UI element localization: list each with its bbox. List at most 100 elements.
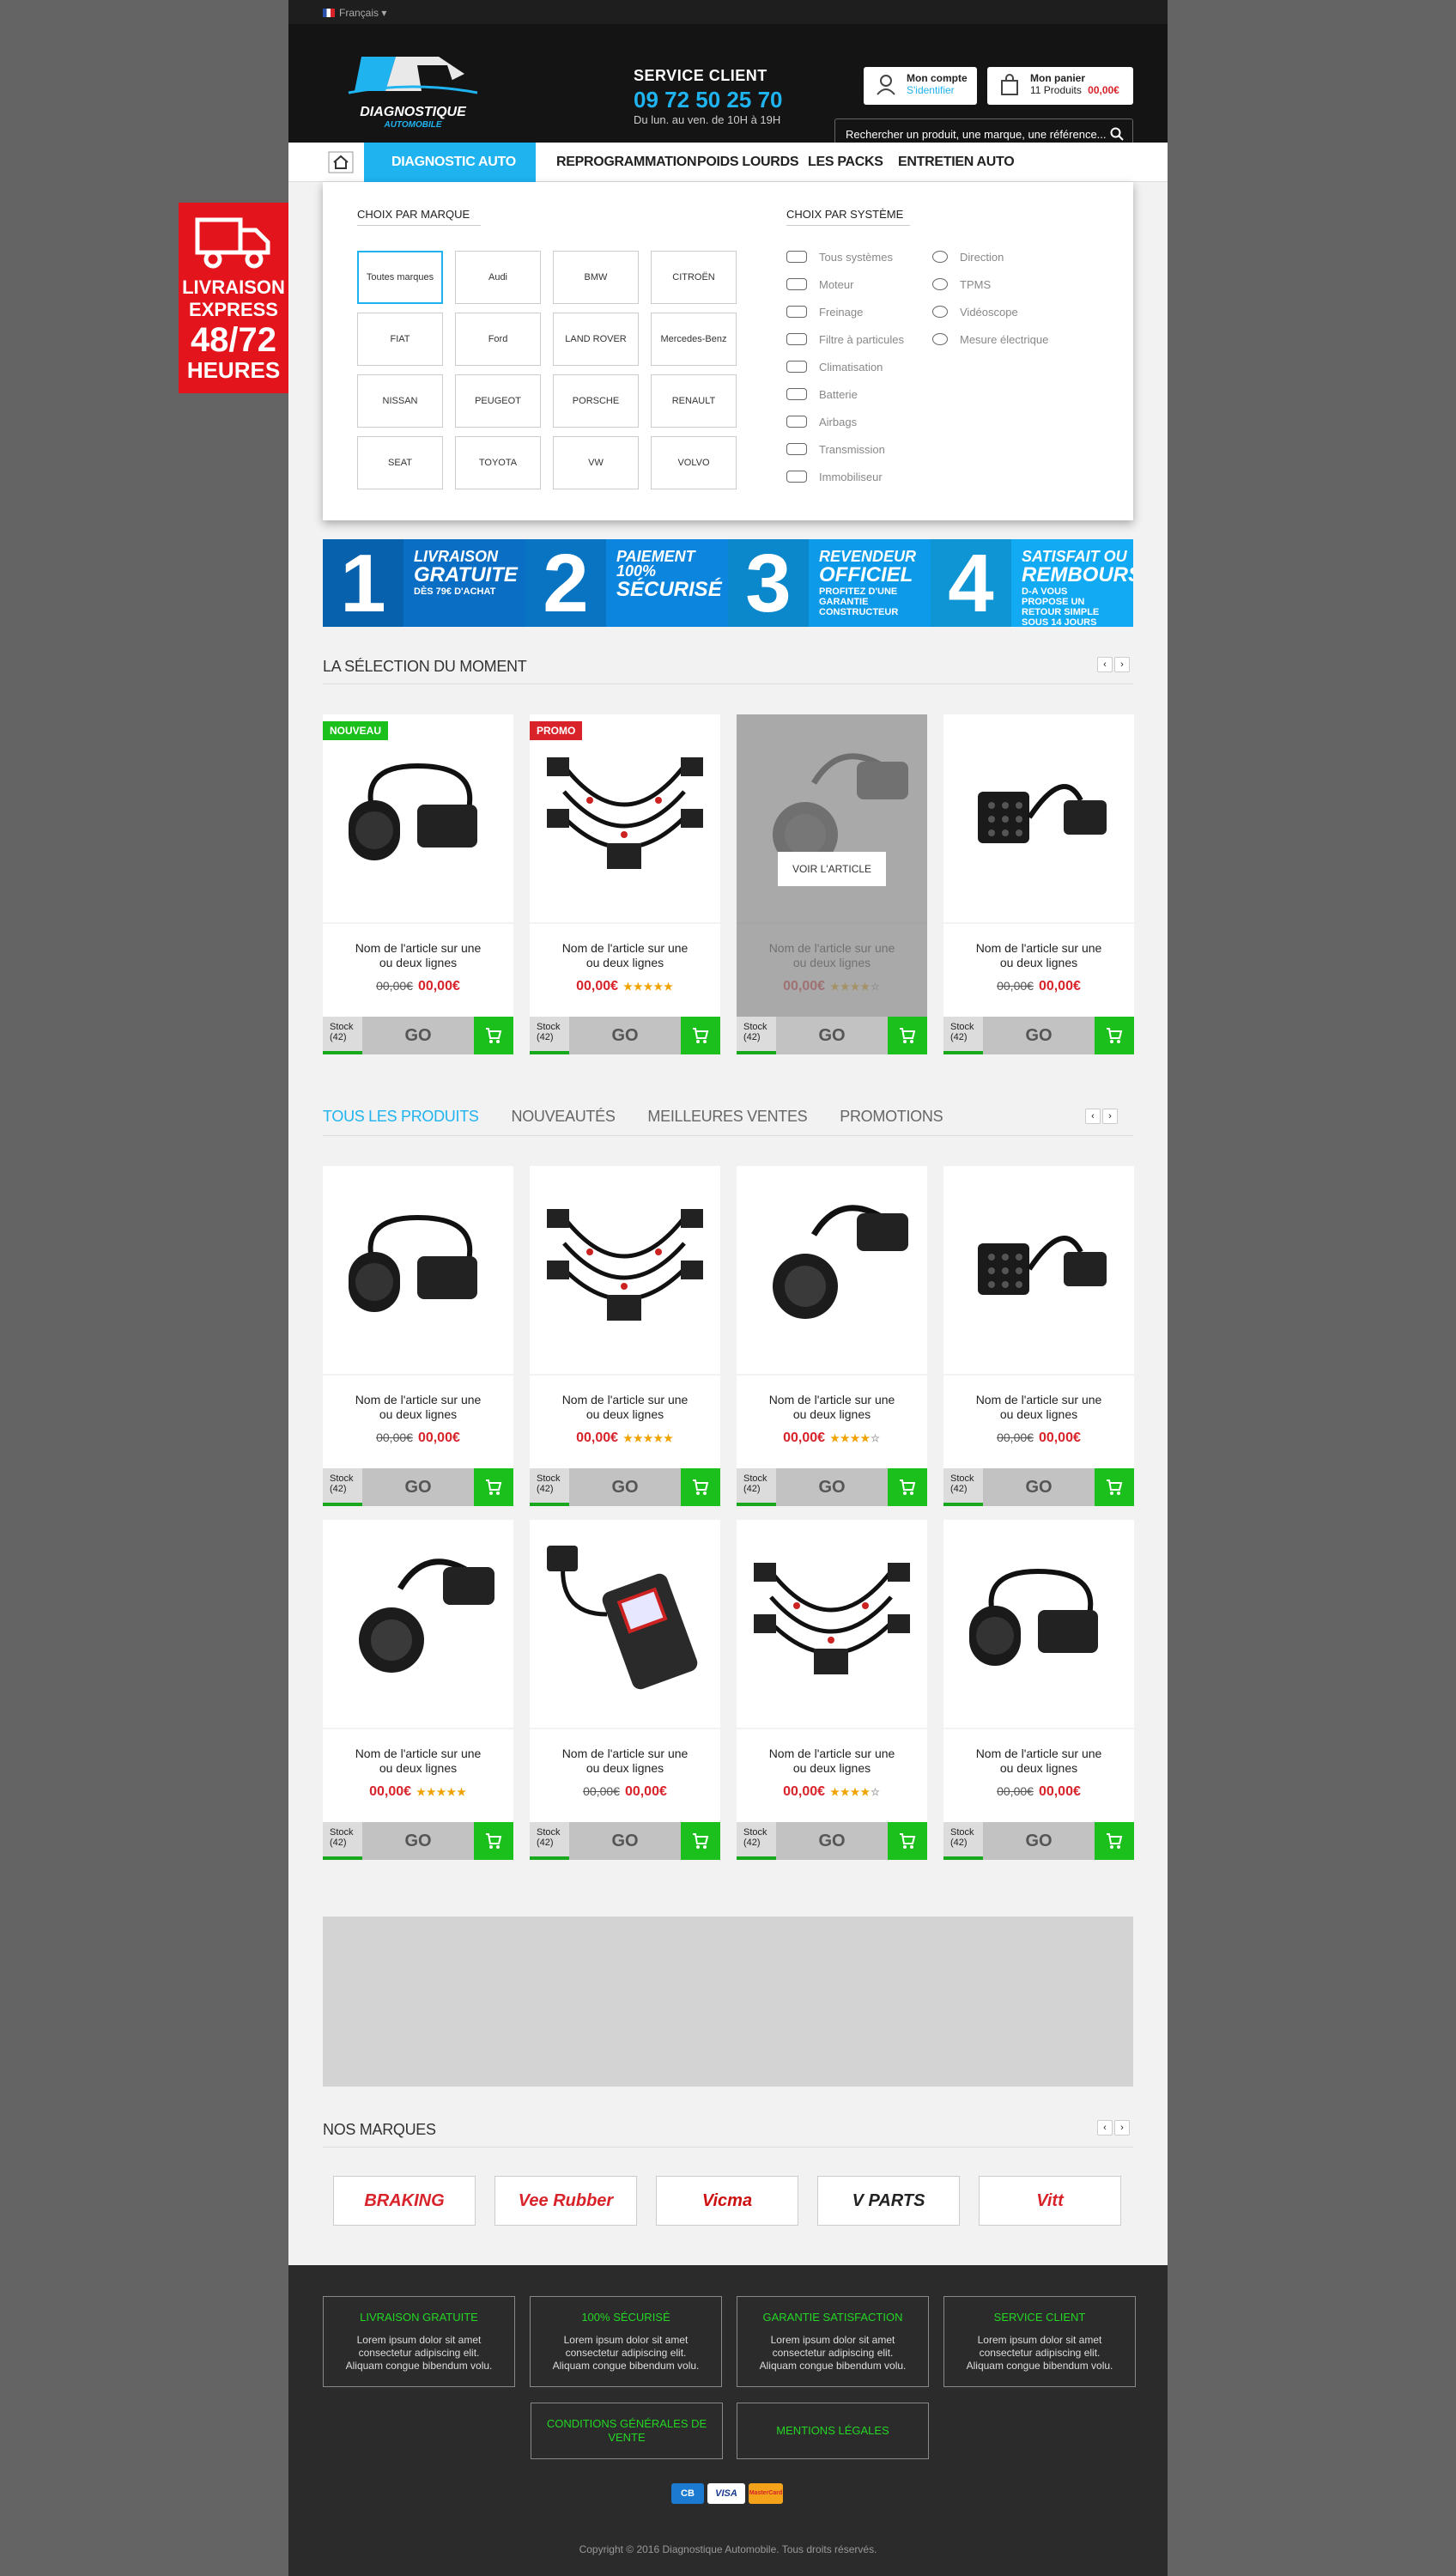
system-item[interactable]: Filtre à particules [786, 333, 904, 346]
legal-link[interactable]: MENTIONS LÉGALES [737, 2403, 929, 2459]
brand-landrover[interactable]: LAND ROVER [553, 313, 639, 366]
brand-volvo[interactable]: VOLVO [651, 436, 737, 489]
nav-reprogrammation[interactable]: REPROGRAMMATION [556, 143, 697, 182]
product-name[interactable]: Nom de l'article sur une ou deux lignes [943, 1729, 1134, 1776]
partner-brand-logo[interactable]: Vicma [656, 2176, 798, 2226]
brand-vw[interactable]: VW [553, 436, 639, 489]
system-item[interactable]: Transmission [786, 443, 885, 456]
nav-diagnostic-auto[interactable]: DIAGNOSTIC AUTO ⌄ [364, 143, 536, 209]
cgv-link[interactable]: CONDITIONS GÉNÉRALES DE VENTE [531, 2403, 723, 2459]
product-card[interactable]: Nom de l'article sur une ou deux lignes 0… [943, 714, 1134, 1054]
go-button[interactable]: GO [983, 1468, 1095, 1506]
product-image-box[interactable] [323, 1166, 513, 1374]
nav-entretien-auto[interactable]: ENTRETIEN AUTO [898, 143, 1015, 182]
arrow-right-icon[interactable]: › [1102, 1109, 1118, 1124]
system-item[interactable]: Vidéoscope [932, 306, 1018, 319]
product-image-box[interactable] [737, 1520, 927, 1728]
system-item[interactable]: Direction [932, 251, 1004, 264]
footer-info-box[interactable]: SERVICE CLIENT Lorem ipsum dolor sit amet… [943, 2296, 1136, 2387]
system-item[interactable]: Airbags [786, 416, 857, 428]
go-button[interactable]: GO [569, 1822, 681, 1860]
partner-brand-logo[interactable]: Vee Rubber [494, 2176, 637, 2226]
arrow-right-icon[interactable]: › [1114, 2120, 1130, 2136]
tab-new[interactable]: NOUVEAUTÉS [512, 1108, 616, 1126]
product-image-box[interactable] [530, 1166, 720, 1374]
tab-promotions[interactable]: PROMOTIONS [840, 1108, 943, 1126]
product-name[interactable]: Nom de l'article sur une ou deux lignes [737, 1376, 927, 1422]
brand-ford[interactable]: Ford [455, 313, 541, 366]
product-image-box[interactable] [323, 714, 513, 922]
footer-info-box[interactable]: GARANTIE SATISFACTION Lorem ipsum dolor s… [737, 2296, 929, 2387]
search-icon[interactable] [1110, 127, 1124, 141]
account-login-link[interactable]: S'identifier [907, 84, 955, 96]
add-to-cart-button[interactable] [1095, 1017, 1134, 1054]
system-item[interactable]: Moteur [786, 278, 853, 291]
brand-fiat[interactable]: FIAT [357, 313, 443, 366]
product-image-box[interactable] [943, 1166, 1134, 1374]
system-item[interactable]: Batterie [786, 388, 858, 401]
brand-porsche[interactable]: PORSCHE [553, 374, 639, 428]
add-to-cart-button[interactable] [888, 1468, 927, 1506]
product-image-box[interactable] [323, 1520, 513, 1728]
brand-bmw[interactable]: BMW [553, 251, 639, 304]
banner-placeholder[interactable] [323, 1917, 1133, 2087]
product-card[interactable]: Nom de l'article sur une ou deux lignes 0… [943, 1166, 1134, 1506]
brand-nissan[interactable]: NISSAN [357, 374, 443, 428]
product-card[interactable]: Nom de l'article sur une ou deux lignes 0… [737, 1520, 927, 1860]
brand-renault[interactable]: RENAULT [651, 374, 737, 428]
cart-button[interactable]: Mon panier 11 Produits 00,00€ [987, 67, 1133, 105]
add-to-cart-button[interactable] [681, 1468, 720, 1506]
tab-best-sellers[interactable]: MEILLEURES VENTES [647, 1108, 807, 1126]
footer-info-box[interactable]: 100% SÉCURISÉ Lorem ipsum dolor sit amet … [530, 2296, 722, 2387]
go-button[interactable]: GO [983, 1822, 1095, 1860]
add-to-cart-button[interactable] [474, 1822, 513, 1860]
go-button[interactable]: GO [983, 1017, 1095, 1054]
product-name[interactable]: Nom de l'article sur une ou deux lignes [530, 1376, 720, 1422]
product-card[interactable]: PROMO Nom de l'article sur une ou deux li… [530, 714, 720, 1054]
brand-mercedesbenz[interactable]: Mercedes-Benz [651, 313, 737, 366]
arrow-left-icon[interactable]: ‹ [1097, 657, 1113, 672]
add-to-cart-button[interactable] [474, 1017, 513, 1054]
brand-toyota[interactable]: TOYOTA [455, 436, 541, 489]
product-name[interactable]: Nom de l'article sur une ou deux lignes [737, 1729, 927, 1776]
product-image-box[interactable] [737, 1166, 927, 1374]
product-name[interactable]: Nom de l'article sur une ou deux lignes [530, 924, 720, 970]
brand-citron[interactable]: CITROËN [651, 251, 737, 304]
brand-audi[interactable]: Audi [455, 251, 541, 304]
add-to-cart-button[interactable] [681, 1017, 720, 1054]
nav-les-packs[interactable]: LES PACKS [808, 143, 883, 182]
product-card[interactable]: Nom de l'article sur une ou deux lignes 0… [323, 1166, 513, 1506]
system-item[interactable]: Freinage [786, 306, 863, 319]
add-to-cart-button[interactable] [1095, 1468, 1134, 1506]
go-button[interactable]: GO [776, 1017, 888, 1054]
arrow-right-icon[interactable]: › [1114, 657, 1130, 672]
product-image-box[interactable] [943, 1520, 1134, 1728]
account-button[interactable]: Mon compte S'identifier [864, 67, 977, 105]
system-item[interactable]: Mesure électrique [932, 333, 1048, 346]
tab-all-products[interactable]: TOUS LES PRODUITS [323, 1108, 479, 1126]
add-to-cart-button[interactable] [1095, 1822, 1134, 1860]
add-to-cart-button[interactable] [474, 1468, 513, 1506]
product-card[interactable]: Nom de l'article sur une ou deux lignes 0… [737, 1166, 927, 1506]
footer-info-box[interactable]: LIVRAISON GRATUITE Lorem ipsum dolor sit … [323, 2296, 515, 2387]
product-name[interactable]: Nom de l'article sur une ou deux lignes [943, 1376, 1134, 1422]
nav-poids-lourds[interactable]: POIDS LOURDS [697, 143, 799, 182]
product-name[interactable]: Nom de l'article sur une ou deux lignes [323, 1729, 513, 1776]
system-item[interactable]: TPMS [932, 278, 991, 291]
product-card[interactable]: Nom de l'article sur une ou deux lignes 0… [530, 1166, 720, 1506]
go-button[interactable]: GO [362, 1468, 474, 1506]
go-button[interactable]: GO [776, 1468, 888, 1506]
partner-brand-logo[interactable]: Vitt [979, 2176, 1121, 2226]
product-card[interactable]: Nom de l'article sur une ou deux lignes 0… [943, 1520, 1134, 1860]
language-selector[interactable]: Français ▾ [323, 7, 386, 19]
partner-brand-logo[interactable]: BRAKING [333, 2176, 476, 2226]
brand-all[interactable]: Toutes marques [357, 251, 443, 304]
arrow-left-icon[interactable]: ‹ [1097, 2120, 1113, 2136]
service-phone[interactable]: 09 72 50 25 70 [634, 87, 783, 113]
product-card[interactable]: Nom de l'article sur une ou deux lignes 0… [323, 1520, 513, 1860]
product-name[interactable]: Nom de l'article sur une ou deux lignes [323, 924, 513, 970]
go-button[interactable]: GO [569, 1017, 681, 1054]
go-button[interactable]: GO [569, 1468, 681, 1506]
product-name[interactable]: Nom de l'article sur une ou deux lignes [943, 924, 1134, 970]
product-image-box[interactable] [530, 1520, 720, 1728]
